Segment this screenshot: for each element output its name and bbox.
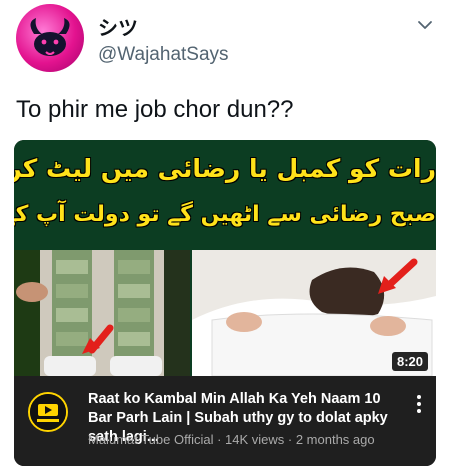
channel-logo-icon xyxy=(30,394,66,430)
video-thumbnail[interactable]: رات کو کمبل یا رضائی میں لیٹ کر 10 بار ی… xyxy=(14,140,436,376)
channel-avatar[interactable] xyxy=(28,392,68,432)
thumbnail-text-line-2: صبح رضائی سے اٹھیں گے تو دولت آپ کے ساتھ… xyxy=(14,202,436,227)
video-meta: Malumat Tube Official · 14K views · 2 mo… xyxy=(88,432,375,447)
thumbnail-text-line-1: رات کو کمبل یا رضائی میں لیٹ کر 10 بار ی… xyxy=(14,154,436,183)
video-card[interactable]: رات کو کمبل یا رضائی میں لیٹ کر 10 بار ی… xyxy=(14,140,436,466)
tweet-text: To phir me job chor dun?? xyxy=(16,96,294,123)
thumbnail-photo-money-legs xyxy=(14,250,190,376)
user-handle[interactable]: @WajahatSays xyxy=(98,44,229,66)
video-duration-badge: 8:20 xyxy=(391,352,428,371)
more-options-icon[interactable] xyxy=(412,394,426,414)
profile-avatar[interactable] xyxy=(16,4,84,72)
display-name[interactable]: シツ xyxy=(98,12,138,41)
chevron-down-icon[interactable] xyxy=(416,16,434,34)
bull-avatar-icon xyxy=(30,18,70,56)
video-info-bar[interactable]: Raat ko Kambal Min Allah Ka Yeh Naam 10 … xyxy=(14,376,436,466)
